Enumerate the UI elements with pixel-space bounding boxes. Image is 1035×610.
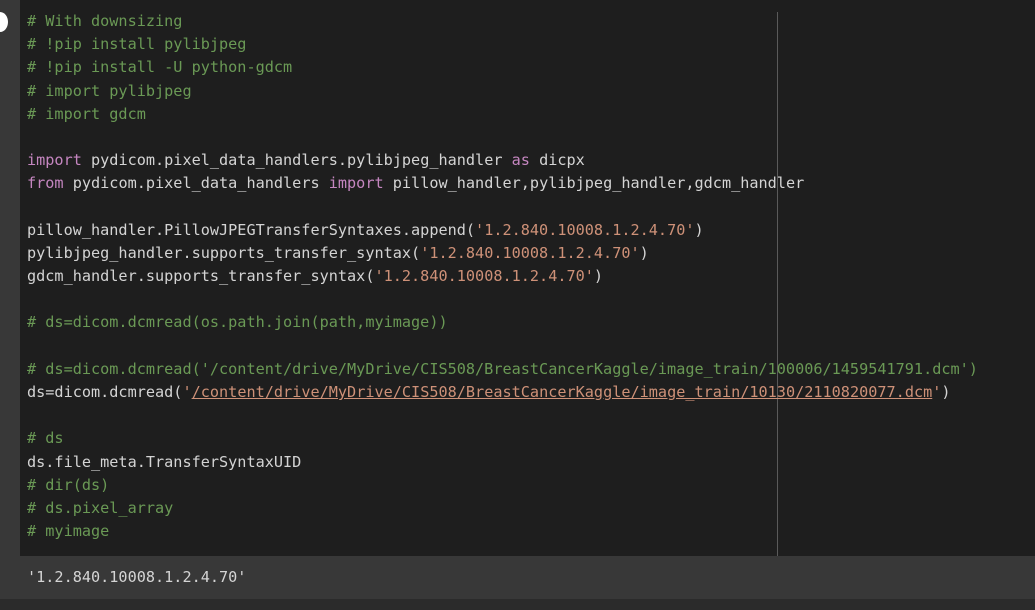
cell-gutter <box>0 0 20 556</box>
code-text: pillow_handler.PillowJPEGTransferSyntaxe… <box>27 220 476 239</box>
code-line: pillow_handler.PillowJPEGTransferSyntaxe… <box>27 219 978 242</box>
code-text: pillow_handler,pylibjpeg_handler,gdcm_ha… <box>383 174 805 193</box>
file-path-link[interactable]: /content/drive/MyDrive/CIS508/BreastCanc… <box>192 383 933 401</box>
keyword: import <box>328 174 384 193</box>
string-literal: '1.2.840.10008.1.2.4.70' <box>475 220 695 239</box>
code-line: # ds.pixel_array <box>27 498 174 517</box>
code-line: gdcm_handler.supports_transfer_syntax('1… <box>27 265 978 288</box>
code-text: dicpx <box>529 151 585 170</box>
keyword: from <box>27 174 64 193</box>
code-line: import pydicom.pixel_data_handlers.pylib… <box>27 149 978 172</box>
code-text: pydicom.pixel_data_handlers <box>63 174 329 193</box>
keyword: as <box>511 151 530 170</box>
code-line: # ds=dicom.dcmread(os.path.join(path,myi… <box>27 313 448 332</box>
cell-divider <box>0 599 1035 610</box>
code-line: # ds <box>27 429 64 448</box>
code-line: # ds=dicom.dcmread('/content/drive/MyDri… <box>27 359 978 378</box>
code-line: # !pip install pylibjpeg <box>27 35 247 54</box>
code-line: ds=dicom.dcmread('/content/drive/MyDrive… <box>27 381 978 404</box>
notebook-cell: # With downsizing # !pip install pylibjp… <box>0 0 1035 610</box>
code-line: # !pip install -U python-gdcm <box>27 58 293 77</box>
output-value: '1.2.840.10008.1.2.4.70' <box>27 568 247 586</box>
code-line: ds.file_meta.TransferSyntaxUID <box>27 452 302 471</box>
code-line: # import gdcm <box>27 104 146 123</box>
code-text: ) <box>941 383 951 401</box>
keyword: import <box>27 151 82 170</box>
string-literal: '1.2.840.10008.1.2.4.70' <box>420 243 640 262</box>
run-cell-button[interactable] <box>0 12 8 32</box>
code-text: pylibjpeg_handler.supports_transfer_synt… <box>27 243 421 262</box>
code-text: ) <box>593 267 604 286</box>
code-text: pydicom.pixel_data_handlers.pylibjpeg_ha… <box>81 151 512 170</box>
code-lines: # With downsizing # !pip install pylibjp… <box>27 10 978 543</box>
code-text: ds=dicom.dcmread( <box>27 383 183 401</box>
code-text: ) <box>694 220 704 239</box>
string-literal: ' <box>182 383 192 401</box>
code-line: # myimage <box>27 522 110 541</box>
string-literal: '1.2.840.10008.1.2.4.70' <box>374 267 594 286</box>
code-line: pylibjpeg_handler.supports_transfer_synt… <box>27 242 978 265</box>
code-line: # dir(ds) <box>27 475 110 494</box>
cell-output: '1.2.840.10008.1.2.4.70' <box>0 556 1035 599</box>
code-line: # With downsizing <box>27 12 183 30</box>
code-editor[interactable]: # With downsizing # !pip install pylibjp… <box>20 0 1035 556</box>
code-text: gdcm_handler.supports_transfer_syntax( <box>27 267 375 286</box>
code-text: ) <box>639 243 649 262</box>
code-line: # import pylibjpeg <box>27 81 192 100</box>
code-line: from pydicom.pixel_data_handlers import … <box>27 172 978 195</box>
